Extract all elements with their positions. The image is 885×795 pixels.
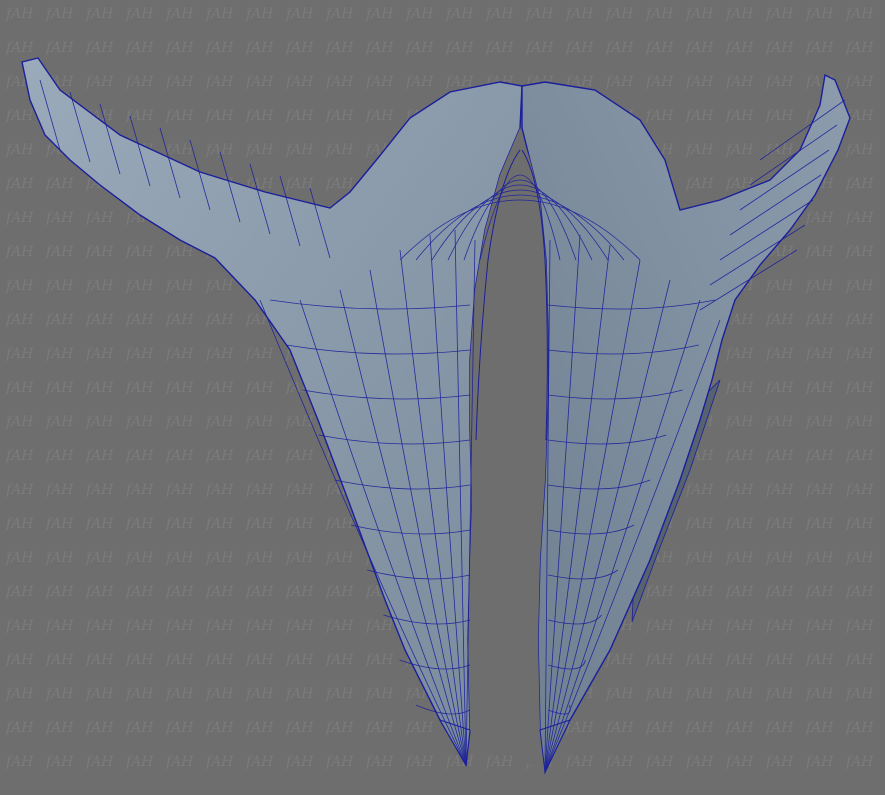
right-horn	[521, 73, 851, 775]
3d-viewport[interactable]: fAH fAH fAH fAH fAH fAH fAH fAH fAH fAH fAH fAH fAH f…	[0, 0, 885, 795]
left-horn	[21, 57, 523, 768]
mesh-model[interactable]	[0, 0, 885, 795]
